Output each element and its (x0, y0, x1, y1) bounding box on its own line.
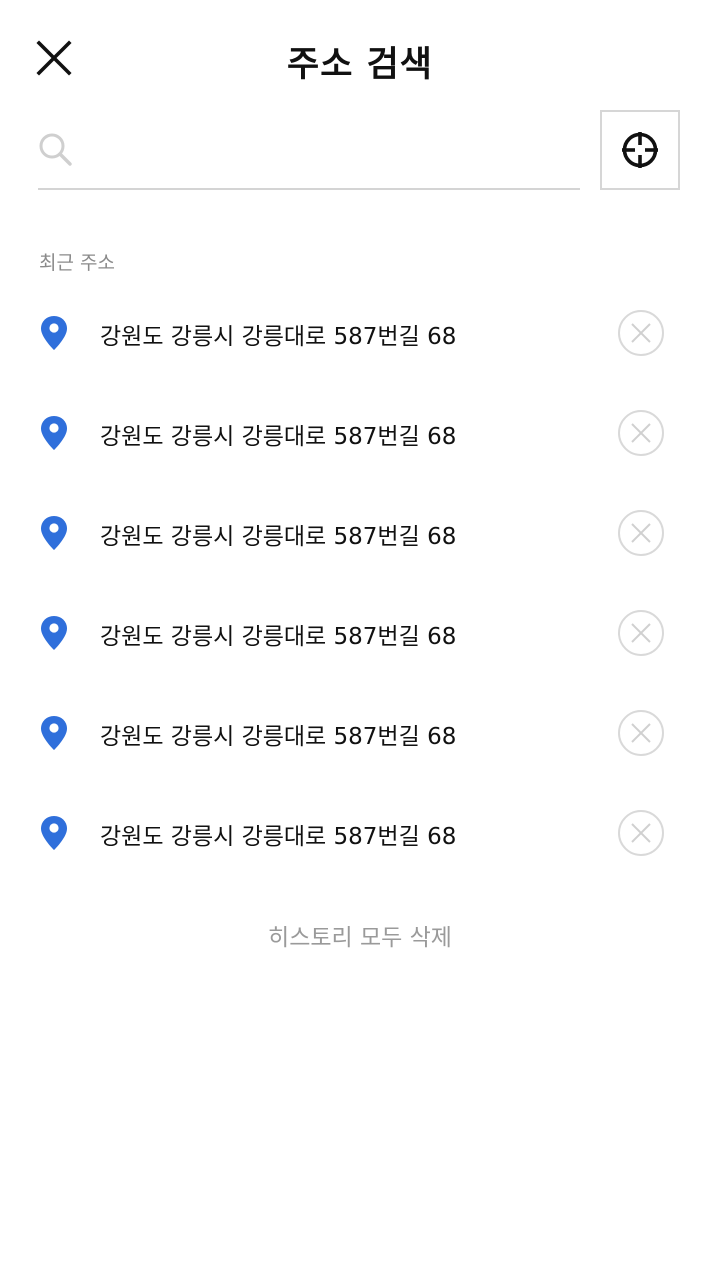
close-icon (631, 523, 651, 543)
close-icon (631, 323, 651, 343)
address-text: 강원도 강릉시 강릉대로 587번길 68 (100, 524, 457, 550)
address-text: 강원도 강릉시 강릉대로 587번길 68 (100, 324, 457, 350)
search-row (38, 110, 680, 190)
list-item[interactable]: 강원도 강릉시 강릉대로 587번길 68 (0, 283, 720, 383)
close-icon (631, 823, 651, 843)
remove-address-button[interactable] (618, 410, 664, 456)
close-icon (631, 423, 651, 443)
location-pin-icon (41, 716, 67, 750)
recent-address-label: 최근 주소 (39, 252, 115, 274)
remove-address-button[interactable] (618, 610, 664, 656)
list-item[interactable]: 강원도 강릉시 강릉대로 587번길 68 (0, 483, 720, 583)
crosshair-icon (622, 132, 658, 168)
remove-address-button[interactable] (618, 710, 664, 756)
header: 주소 검색 (0, 0, 720, 118)
location-pin-icon (41, 616, 67, 650)
search-input[interactable] (86, 128, 576, 172)
remove-address-button[interactable] (618, 310, 664, 356)
location-pin-icon (41, 316, 67, 350)
remove-address-button[interactable] (618, 810, 664, 856)
recent-address-list: 강원도 강릉시 강릉대로 587번길 68 강원도 강릉시 강릉대로 587번길 … (0, 283, 720, 883)
close-icon (631, 723, 651, 743)
current-location-button[interactable] (600, 110, 680, 190)
search-icon (39, 133, 72, 166)
address-search-screen: 주소 검색 최근 주소 강원도 강릉시 강릉대로 587번길 68 강원도 강릉시… (0, 0, 720, 1280)
close-icon (631, 623, 651, 643)
address-text: 강원도 강릉시 강릉대로 587번길 68 (100, 424, 457, 450)
list-item[interactable]: 강원도 강릉시 강릉대로 587번길 68 (0, 683, 720, 783)
list-item[interactable]: 강원도 강릉시 강릉대로 587번길 68 (0, 383, 720, 483)
search-field[interactable] (38, 110, 580, 190)
address-text: 강원도 강릉시 강릉대로 587번길 68 (100, 824, 457, 850)
page-title: 주소 검색 (287, 45, 433, 85)
location-pin-icon (41, 416, 67, 450)
clear-history-button[interactable]: 히스토리 모두 삭제 (0, 918, 720, 952)
location-pin-icon (41, 516, 67, 550)
list-item[interactable]: 강원도 강릉시 강릉대로 587번길 68 (0, 783, 720, 883)
address-text: 강원도 강릉시 강릉대로 587번길 68 (100, 724, 457, 750)
address-text: 강원도 강릉시 강릉대로 587번길 68 (100, 624, 457, 650)
location-pin-icon (41, 816, 67, 850)
remove-address-button[interactable] (618, 510, 664, 556)
list-item[interactable]: 강원도 강릉시 강릉대로 587번길 68 (0, 583, 720, 683)
